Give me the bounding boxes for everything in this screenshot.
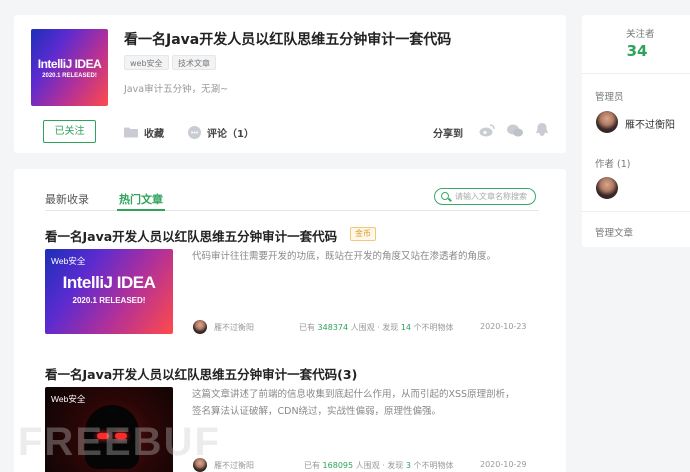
author-avatar[interactable] (193, 320, 207, 334)
share-label: 分享到 (433, 125, 463, 140)
article-list-card: 最新收录 热门文章 请输入文章名称搜索 看一名Java开发人员以红队思维五分钟审… (14, 169, 566, 472)
views-prefix: 已有 (304, 461, 320, 470)
tag-web-security[interactable]: web安全 (124, 55, 169, 70)
favorite-button[interactable]: 收藏 (124, 125, 164, 140)
views-prefix: 已有 (299, 323, 315, 332)
followers-label: 关注者 (626, 29, 655, 40)
comment-icon (188, 126, 201, 139)
qq-icon[interactable] (536, 123, 548, 137)
article-excerpt: 这篇文章讲述了前端的信息收集到底起什么作用，从而引起的XSS原理剖析， 签名算法… (192, 386, 537, 420)
tag-tech-article[interactable]: 技术文章 (172, 55, 216, 70)
cover-title: IntelliJ IDEA (37, 57, 102, 71)
views-suffix: 人围观 (355, 461, 380, 470)
followers-count: 34 (626, 42, 648, 60)
favorite-label: 收藏 (144, 129, 164, 140)
article-cover-image[interactable]: Web安全 (45, 387, 173, 472)
article-date: 2020-10-29 (480, 460, 527, 469)
hacker-eye (115, 433, 127, 439)
wechat-icon[interactable] (507, 124, 523, 137)
tab-latest[interactable]: 最新收录 (45, 191, 89, 207)
follow-button[interactable]: 已关注 (43, 120, 96, 143)
manage-articles-link[interactable]: 管理文章 (595, 225, 633, 239)
comment-button[interactable]: 评论（1） (188, 125, 254, 140)
divider (582, 73, 690, 74)
finds-prefix: · 发现 (382, 461, 404, 470)
admin-label: 管理员 (595, 92, 624, 103)
divider (582, 211, 690, 212)
cover-subtitle: 2020.1 RELEASED! (42, 73, 97, 79)
article-excerpt: 代码审计往往需要开发的功底，既站在开发的角度又站在渗透者的角度。 (192, 251, 497, 262)
cover-subtitle: 2020.1 RELEASED! (72, 296, 146, 305)
author-name[interactable]: 雁不过衡阳 (214, 460, 254, 471)
page-title: 看一名Java开发人员以红队思维五分钟审计一套代码 (124, 32, 452, 48)
view-count: 168095 (322, 461, 354, 470)
header-cover-image[interactable]: IntelliJ IDEA 2020.1 RELEASED! (31, 29, 108, 106)
cover-title: IntelliJ IDEA (62, 273, 156, 292)
comment-label: 评论（1） (207, 129, 254, 140)
article-title[interactable]: 看一名Java开发人员以红队思维五分钟审计一套代码(3) (45, 364, 357, 383)
comment-count: 14 (400, 323, 412, 332)
article-date: 2020-10-23 (480, 322, 527, 331)
share-text: 分享到 (433, 129, 463, 140)
author-avatar[interactable] (596, 177, 618, 199)
folder-icon (124, 127, 138, 138)
authors-label: 作者 (1) (595, 159, 631, 170)
tab-popular[interactable]: 热门文章 (119, 191, 163, 207)
search-icon (441, 192, 449, 200)
header-article-card: IntelliJ IDEA 2020.1 RELEASED! 看一名Java开发… (14, 15, 566, 153)
sidebar-card: 关注者 34 管理员 雁不过衡阳 作者 (1) 管理文章 (582, 15, 690, 247)
author-avatar[interactable] (193, 458, 207, 472)
article-title[interactable]: 看一名Java开发人员以红队思维五分钟审计一套代码 (45, 226, 337, 245)
article-stats: 已有 168095 人围观 · 发现 3 个不明物体 (304, 460, 453, 471)
finds-suffix: 个不明物体 (413, 461, 454, 470)
views-suffix: 人围观 (350, 323, 375, 332)
weibo-icon[interactable] (479, 124, 495, 137)
view-count: 348374 (317, 323, 349, 332)
hacker-figure (85, 405, 139, 469)
admin-avatar[interactable] (596, 111, 618, 133)
excerpt-line: 签名算法认证破解，CDN绕过，实战性偏弱，原理性偏强。 (192, 406, 442, 417)
article-summary: Java审计五分钟，无涮~ (124, 84, 229, 95)
gold-coin-badge: 金币 (350, 227, 376, 241)
hacker-eye (97, 433, 109, 439)
author-name[interactable]: 雁不过衡阳 (214, 322, 254, 333)
finds-suffix: 个不明物体 (413, 323, 454, 332)
admin-name[interactable]: 雁不过衡阳 (625, 116, 675, 131)
finds-prefix: · 发现 (377, 323, 399, 332)
cover-badge: Web安全 (51, 394, 86, 404)
search-input[interactable]: 请输入文章名称搜索 (434, 188, 536, 205)
tab-active-indicator (117, 209, 165, 211)
comment-count: 3 (405, 461, 411, 470)
article-cover-image[interactable]: Web安全 IntelliJ IDEA 2020.1 RELEASED! (45, 249, 173, 334)
excerpt-line: 这篇文章讲述了前端的信息收集到底起什么作用，从而引起的XSS原理剖析， (192, 389, 515, 400)
article-stats: 已有 348374 人围观 · 发现 14 个不明物体 (299, 322, 454, 333)
cover-badge: Web安全 (51, 256, 86, 266)
